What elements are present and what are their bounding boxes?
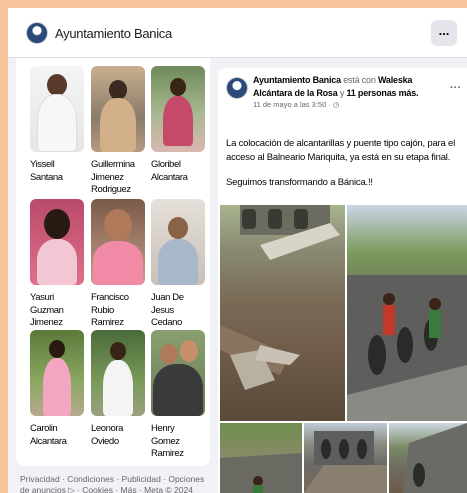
friend-photo[interactable] <box>30 330 84 416</box>
friend-name[interactable]: Juan De Jesus Cedano <box>151 292 205 330</box>
post-more-button[interactable]: ··· <box>450 82 461 94</box>
with-text: está con <box>343 75 376 85</box>
friend-tile[interactable]: Carolin Alcantara <box>30 330 84 448</box>
post-photo-3[interactable] <box>220 423 302 493</box>
page-avatar[interactable] <box>26 22 48 44</box>
friend-tile[interactable]: Yissell Santana <box>30 66 84 184</box>
friend-tile[interactable]: Leonora Oviedo <box>91 330 145 448</box>
friend-name[interactable]: Henry Gomez Ramirez <box>151 423 205 461</box>
friend-tile[interactable]: Gloribel Alcantara <box>151 66 205 184</box>
others-link[interactable]: 11 personas más. <box>346 88 418 98</box>
friend-name[interactable]: Yissell Santana <box>30 159 84 184</box>
construction-photo-4 <box>304 431 387 493</box>
construction-photo-1 <box>220 205 340 390</box>
footer-links[interactable]: Privacidad · Condiciones · Publicidad · … <box>20 474 212 493</box>
construction-photo-5 <box>403 423 467 493</box>
facebook-page-frame: Ayuntamiento Banica ... Yissell Santana … <box>8 8 467 493</box>
post-timestamp[interactable]: 11 de mayo a las 3:50 · ◷ <box>253 100 339 109</box>
friend-name[interactable]: Leonora Oviedo <box>91 423 145 448</box>
post-author[interactable]: Ayuntamiento Banica <box>253 75 341 85</box>
friend-name[interactable]: Carolin Alcantara <box>30 423 84 448</box>
friend-tile[interactable]: Juan De Jesus Cedano <box>151 199 205 330</box>
friend-name[interactable]: Francisco Rubio Ramirez <box>91 292 145 330</box>
post-card: Ayuntamiento Banica está con Waleska Alc… <box>218 68 467 493</box>
post-photo-4[interactable] <box>304 423 387 493</box>
page-header: Ayuntamiento Banica ... <box>8 8 467 58</box>
post-paragraph-2: Seguimos transformando a Bánica.!! <box>226 177 373 188</box>
construction-photo-3 <box>220 453 302 493</box>
construction-photo-2 <box>347 275 467 421</box>
more-options-button[interactable]: ... <box>431 20 457 46</box>
friend-photo[interactable] <box>91 330 145 416</box>
post-paragraph-1: La colocación de alcantarillas y puente … <box>226 138 456 163</box>
post-author-avatar[interactable] <box>226 77 248 99</box>
page-name[interactable]: Ayuntamiento Banica <box>55 26 172 41</box>
friend-photo[interactable] <box>151 330 205 416</box>
friend-photo[interactable] <box>91 199 145 285</box>
friend-name[interactable]: Yasuri Guzman Jimenez <box>30 292 84 330</box>
post-photo-2[interactable] <box>347 205 467 421</box>
friends-card: Yissell Santana Guillermina Jimenez Rodr… <box>16 58 210 466</box>
friend-photo[interactable] <box>151 199 205 285</box>
post-photo-5[interactable] <box>389 423 467 493</box>
friend-tile[interactable]: Yasuri Guzman Jimenez <box>30 199 84 330</box>
friend-name[interactable]: Guillermina Jimenez Rodriguez <box>91 159 145 197</box>
post-header: Ayuntamiento Banica está con Waleska Alc… <box>253 74 443 100</box>
and-text: y <box>339 88 345 98</box>
friend-name[interactable]: Gloribel Alcantara <box>151 159 205 184</box>
post-photo-1[interactable] <box>220 205 345 421</box>
friend-photo[interactable] <box>30 66 84 152</box>
friend-tile[interactable]: Francisco Rubio Ramirez <box>91 199 145 330</box>
friend-photo[interactable] <box>151 66 205 152</box>
friend-tile[interactable]: Henry Gomez Ramirez <box>151 330 205 461</box>
friend-photo[interactable] <box>91 66 145 152</box>
friend-tile[interactable]: Guillermina Jimenez Rodriguez <box>91 66 145 197</box>
friend-photo[interactable] <box>30 199 84 285</box>
